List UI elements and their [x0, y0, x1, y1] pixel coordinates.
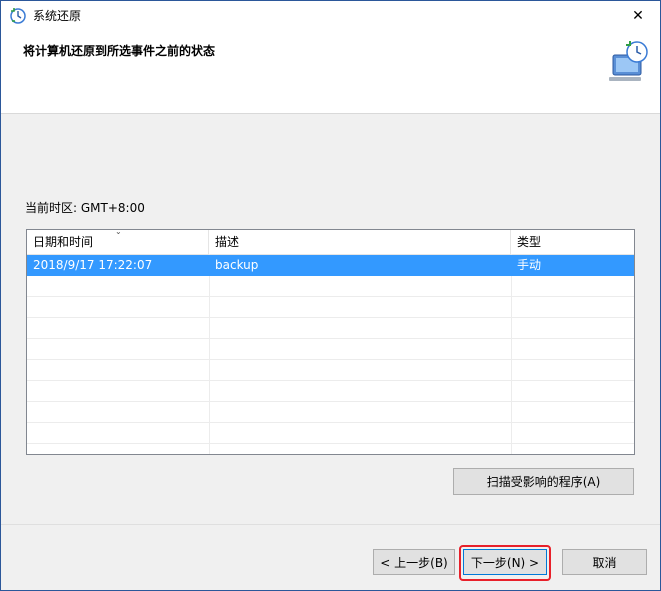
title-bar: 系统还原 ✕ [1, 1, 660, 31]
cell-description: backup [215, 258, 259, 272]
system-restore-window: 系统还原 ✕ 将计算机还原到所选事件之前的状态 当前时区: GMT+8:00 日… [0, 0, 661, 591]
list-header: 日期和时间 ⌄ 描述 类型 [27, 230, 634, 255]
column-header-description[interactable]: 描述 [209, 230, 511, 254]
window-title: 系统还原 [33, 9, 82, 23]
grid-line [209, 254, 210, 454]
column-header-datetime[interactable]: 日期和时间 ⌄ [27, 230, 209, 254]
next-button[interactable]: 下一步(N) > [463, 549, 547, 575]
close-button[interactable]: ✕ [616, 1, 660, 31]
table-row[interactable]: 2018/9/17 17:22:07 backup 手动 [27, 255, 634, 276]
system-restore-icon [10, 8, 26, 24]
cell-type: 手动 [517, 258, 542, 272]
sort-indicator-icon: ⌄ [115, 229, 122, 236]
grid-line [511, 254, 512, 454]
close-icon: ✕ [632, 8, 644, 24]
grid-line [27, 296, 634, 297]
grid-line [27, 338, 634, 339]
restore-computer-icon [609, 41, 648, 81]
cell-datetime: 2018/9/17 17:22:07 [33, 258, 153, 272]
scan-affected-programs-button[interactable]: 扫描受影响的程序(A) [453, 468, 634, 495]
page-title: 将计算机还原到所选事件之前的状态 [23, 44, 216, 58]
grid-line [27, 380, 634, 381]
restore-point-list[interactable]: 日期和时间 ⌄ 描述 类型 2018/9/17 17:22:07 backup … [26, 229, 635, 455]
grid-line [27, 401, 634, 402]
back-button[interactable]: < 上一步(B) [373, 549, 455, 575]
timezone-label: 当前时区: GMT+8:00 [25, 201, 145, 215]
grid-line [27, 359, 634, 360]
wizard-header: 将计算机还原到所选事件之前的状态 [1, 31, 660, 114]
grid-line [27, 422, 634, 423]
separator [1, 524, 660, 525]
grid-line [27, 317, 634, 318]
cancel-button[interactable]: 取消 [562, 549, 647, 575]
column-header-type[interactable]: 类型 [511, 230, 634, 254]
grid-line [27, 443, 634, 444]
